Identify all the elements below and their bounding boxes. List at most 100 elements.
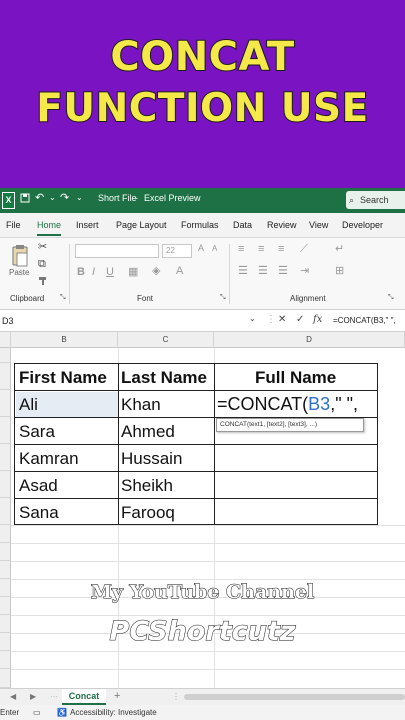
- paste-icon[interactable]: [11, 244, 29, 271]
- header-full-name[interactable]: Full Name: [255, 368, 336, 388]
- font-name-combo[interactable]: [75, 244, 159, 258]
- tab-file[interactable]: File: [6, 220, 21, 230]
- gridline: [11, 543, 405, 544]
- sheet-tab-concat[interactable]: Concat: [62, 689, 106, 705]
- column-header-c[interactable]: C: [118, 332, 214, 348]
- undo-icon[interactable]: ↶: [35, 191, 44, 204]
- align-bottom-icon[interactable]: ≡: [278, 244, 284, 255]
- name-box[interactable]: D3: [0, 312, 258, 330]
- macro-record-icon[interactable]: ▭: [33, 708, 41, 717]
- title-bar: X ↶ ⌄ ↷ ⌄ Short File - Excel Preview ⌕ S…: [0, 188, 405, 213]
- orientation-icon[interactable]: ⟋: [300, 244, 308, 255]
- grow-font-icon[interactable]: A: [198, 244, 204, 253]
- editing-cell-d3[interactable]: =CONCAT(B3," ",: [217, 394, 358, 415]
- status-bar: Enter ▭ ♿ Accessibility: Investigate: [0, 705, 405, 720]
- add-sheet-button[interactable]: +: [114, 690, 120, 702]
- merge-center-icon[interactable]: ⊞: [335, 266, 344, 277]
- row-header[interactable]: [0, 543, 11, 561]
- tab-data[interactable]: Data: [233, 220, 252, 230]
- cell-first-name[interactable]: Sara: [19, 422, 55, 442]
- cell-last-name[interactable]: Sheikh: [121, 476, 173, 496]
- align-top-icon[interactable]: ≡: [238, 244, 244, 255]
- fill-color-icon[interactable]: ◈: [152, 266, 160, 277]
- copy-icon[interactable]: ⧉: [38, 259, 46, 270]
- enter-formula-button[interactable]: ✓: [296, 314, 304, 325]
- cell-last-name[interactable]: Ahmed: [121, 422, 175, 442]
- cell-first-name[interactable]: Sana: [19, 503, 59, 523]
- row-header[interactable]: [0, 525, 11, 543]
- name-box-dropdown-icon[interactable]: ⌄: [249, 314, 256, 323]
- autosave-icon[interactable]: [20, 193, 30, 205]
- borders-icon[interactable]: ▦: [128, 267, 138, 278]
- align-center-icon[interactable]: ☰: [258, 266, 268, 277]
- align-left-icon[interactable]: ☰: [238, 266, 248, 277]
- column-header-d[interactable]: D: [214, 332, 405, 348]
- accessibility-status[interactable]: Accessibility: Investigate: [70, 708, 157, 717]
- wrap-text-icon[interactable]: ↵: [335, 244, 344, 255]
- tab-view[interactable]: View: [309, 220, 328, 230]
- cell-last-name[interactable]: Khan: [121, 395, 161, 415]
- row-header[interactable]: [0, 498, 11, 525]
- indent-icon[interactable]: ⇥: [300, 266, 309, 277]
- row-header[interactable]: [0, 561, 11, 579]
- row-header[interactable]: [0, 651, 11, 669]
- banner-title-line2: FUNCTION USE: [35, 85, 369, 132]
- row-header[interactable]: [0, 669, 11, 688]
- title-separator: -: [135, 193, 138, 203]
- formula-input[interactable]: =CONCAT(B3," ",: [333, 312, 405, 330]
- search-icon: ⌕: [349, 195, 355, 205]
- insert-function-button[interactable]: fx: [313, 314, 322, 325]
- bold-button[interactable]: B: [77, 267, 85, 278]
- font-color-icon[interactable]: A: [176, 266, 183, 277]
- align-middle-icon[interactable]: ≡: [258, 244, 264, 255]
- tab-formulas[interactable]: Formulas: [181, 220, 219, 230]
- tab-home[interactable]: Home: [37, 220, 62, 236]
- video-banner: CONCAT FUNCTION USE: [0, 0, 405, 188]
- clipboard-launcher-icon[interactable]: ⤡: [60, 294, 66, 302]
- ribbon-tabs: File Home Insert Page Layout Formulas Da…: [0, 213, 405, 238]
- cancel-formula-button[interactable]: ✕: [278, 314, 286, 325]
- prev-sheet-icon[interactable]: ◀: [10, 692, 16, 701]
- horizontal-scrollbar[interactable]: [184, 694, 405, 700]
- sheet-more-icon[interactable]: ⋯: [50, 692, 58, 701]
- cell-last-name[interactable]: Farooq: [121, 503, 175, 523]
- column-header-b[interactable]: B: [11, 332, 118, 348]
- cut-icon[interactable]: ✂: [38, 242, 47, 253]
- underline-button[interactable]: U: [106, 267, 114, 278]
- row-header[interactable]: [0, 417, 11, 444]
- tab-insert[interactable]: Insert: [76, 220, 99, 230]
- next-sheet-icon[interactable]: ▶: [30, 692, 36, 701]
- alignment-launcher-icon[interactable]: ⤡: [388, 294, 394, 302]
- search-box[interactable]: ⌕ Search: [346, 191, 405, 209]
- worksheet-grid[interactable]: B C D First Name Last Name Full Name Ali…: [0, 332, 405, 688]
- row-header[interactable]: [0, 471, 11, 498]
- italic-button[interactable]: I: [92, 267, 95, 278]
- format-painter-icon[interactable]: [38, 276, 48, 289]
- app-mode: Excel Preview: [144, 193, 201, 203]
- table-border: [15, 471, 377, 472]
- cell-first-name[interactable]: Ali: [19, 395, 38, 415]
- row-header[interactable]: [0, 390, 11, 417]
- tab-page-layout[interactable]: Page Layout: [116, 220, 167, 230]
- row-header[interactable]: [0, 348, 11, 363]
- cell-last-name[interactable]: Hussain: [121, 449, 182, 469]
- table-border: [214, 364, 215, 524]
- tab-developer[interactable]: Developer: [342, 220, 383, 230]
- sheet-options-icon[interactable]: ⋮: [172, 692, 180, 701]
- font-launcher-icon[interactable]: ⤡: [220, 294, 226, 302]
- customize-toolbar-icon[interactable]: ⌄: [76, 193, 83, 202]
- select-all-corner[interactable]: [0, 332, 11, 348]
- header-last-name[interactable]: Last Name: [121, 368, 207, 388]
- shrink-font-icon[interactable]: A: [212, 245, 217, 253]
- tab-review[interactable]: Review: [267, 220, 297, 230]
- undo-dropdown-icon[interactable]: ⌄: [49, 193, 56, 202]
- font-size-combo[interactable]: 22: [162, 244, 192, 258]
- paste-label[interactable]: Paste: [9, 268, 29, 277]
- redo-icon[interactable]: ↷: [60, 191, 69, 204]
- cell-first-name[interactable]: Asad: [19, 476, 58, 496]
- align-right-icon[interactable]: ☰: [278, 266, 288, 277]
- row-header[interactable]: [0, 363, 11, 390]
- header-first-name[interactable]: First Name: [19, 368, 107, 388]
- cell-first-name[interactable]: Kamran: [19, 449, 79, 469]
- row-header[interactable]: [0, 444, 11, 471]
